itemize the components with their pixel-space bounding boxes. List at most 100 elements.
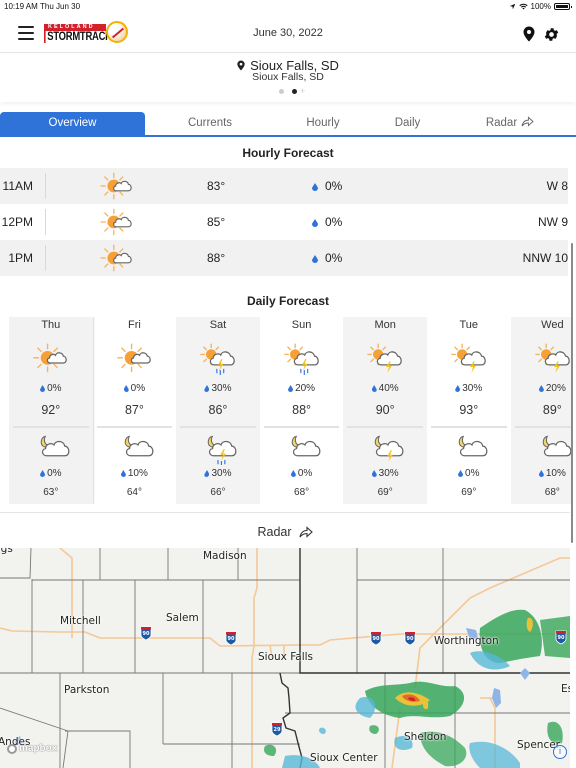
raindrop-icon — [290, 470, 296, 477]
battery-percent: 100% — [530, 2, 551, 11]
hourly-row[interactable]: 11AM 83° 0% W 8 — [0, 168, 568, 204]
menu-icon-bar — [18, 26, 34, 28]
radar-map[interactable]: 90 90 90 90 90 29 ngs Madison Mitchell S… — [0, 548, 570, 768]
location-pin-icon[interactable] — [523, 26, 535, 42]
raindrop-icon — [371, 385, 377, 392]
daily-card[interactable]: Wed 20% 89° 10% 68° — [510, 317, 571, 504]
night-low-temp: 63° — [43, 487, 59, 498]
hourly-precip: 0% — [312, 251, 342, 265]
sun-thunderstorm-icon — [367, 343, 403, 373]
night-precip: 30% — [176, 468, 260, 479]
hourly-divider — [45, 209, 46, 235]
night-precip-value: 0% — [47, 468, 62, 479]
location-subtitle: Sioux Falls, SD — [252, 71, 324, 83]
map-info-button[interactable]: i — [553, 745, 567, 759]
day-precip-value: 30% — [462, 383, 483, 394]
daily-forecast-strip[interactable]: Thu 0% 92° 0% 63° Fri 0% 87° 10% 64° Sat… — [9, 317, 571, 504]
day-name: Tue — [459, 319, 479, 331]
tab-label: Radar — [485, 117, 518, 129]
daily-card[interactable]: Sat 30% 86° 30% 66° — [176, 317, 260, 504]
day-precip: 30% — [176, 383, 260, 394]
partly-sunny-icon — [116, 343, 151, 373]
map-label-city: Sioux Falls — [258, 651, 314, 663]
night-precip: 10% — [511, 468, 571, 479]
map-label-city: Parkston — [64, 684, 110, 696]
battery-icon — [554, 3, 572, 10]
radar-title: Radar — [257, 525, 292, 539]
day-name: Thu — [41, 319, 61, 331]
share-icon — [521, 116, 534, 127]
gear-icon[interactable] — [543, 26, 560, 43]
page-dot[interactable] — [279, 89, 284, 94]
daily-card[interactable]: Fri 0% 87° 10% 64° — [93, 317, 177, 504]
status-right: 100% — [509, 2, 572, 11]
hourly-time: 12PM — [1, 215, 33, 229]
tab-label: Hourly — [306, 117, 340, 129]
hourly-precip-value: 0% — [325, 251, 343, 265]
stormtracker-logo: KELOLAND STORMTRACKER — [44, 21, 130, 47]
tab-currents[interactable]: Currents — [145, 112, 275, 135]
day-night-divider — [430, 426, 507, 428]
status-bar: 10:19 AM Thu Jun 30 100% — [0, 0, 576, 13]
sun-thunderstorm-icon — [534, 343, 570, 373]
night-precip: 10% — [93, 468, 177, 479]
radar-title-link[interactable]: Radar — [0, 525, 570, 539]
sun-thunderstorm-rain-icon — [200, 343, 235, 375]
hourly-forecast-list: 11AM 83° 0% W 8 12PM 85° 0% NW 9 1PM 88°… — [0, 168, 568, 276]
daily-card[interactable]: Mon 40% 90° 30% 69° — [343, 317, 427, 504]
night-precip-value: 10% — [127, 468, 148, 479]
night-precip-value: 30% — [378, 468, 399, 479]
day-night-divider — [347, 426, 423, 428]
daily-card[interactable]: Thu 0% 92° 0% 63° — [9, 317, 93, 504]
daily-card[interactable]: Sun 20% 88° 0% 68° — [260, 317, 344, 504]
partly-cloudy-night-icon — [458, 435, 488, 457]
daily-card[interactable]: Tue 30% 93° 0% 69° — [427, 317, 511, 504]
hourly-row[interactable]: 1PM 88° 0% NNW 10 — [0, 240, 568, 276]
night-low-temp: 69° — [377, 487, 393, 498]
menu-button[interactable] — [18, 26, 34, 40]
raindrop-icon — [288, 385, 294, 392]
tab-overview[interactable]: Overview — [0, 112, 145, 135]
scrollbar[interactable] — [571, 243, 573, 543]
raindrop-icon — [204, 470, 210, 477]
raindrop-icon — [312, 183, 318, 191]
raindrop-icon — [40, 385, 46, 392]
night-precip: 0% — [9, 468, 93, 479]
raindrop-icon — [123, 385, 129, 392]
sun-thunderstorm-rain-icon — [283, 343, 319, 375]
daily-forecast-title: Daily Forecast — [246, 294, 330, 308]
day-precip: 20% — [260, 383, 344, 394]
tab-daily[interactable]: Daily — [371, 112, 444, 135]
partly-cloudy-night-icon — [542, 435, 571, 457]
map-label-city: Sheldon — [404, 731, 447, 743]
raindrop-icon — [312, 255, 318, 263]
day-high-temp: 93° — [459, 403, 479, 417]
day-high-temp: 88° — [292, 403, 312, 417]
svg-text:90: 90 — [143, 631, 150, 637]
mapbox-attribution-logo[interactable]: mapbox — [7, 743, 57, 754]
tab-radar[interactable]: Radar — [444, 112, 576, 135]
day-night-divider — [180, 426, 256, 428]
interstate-29-shield: 29 — [271, 722, 283, 737]
map-label-city: Worthington — [434, 635, 499, 647]
partly-cloudy-night-icon — [291, 435, 321, 457]
mapbox-logo-text: mapbox — [19, 743, 58, 754]
menu-icon-bar — [18, 32, 34, 34]
tab-hourly[interactable]: Hourly — [275, 112, 371, 135]
hourly-time: 11AM — [2, 179, 33, 193]
night-precip-value: 0% — [297, 468, 313, 479]
add-location-icon[interactable]: + — [300, 87, 305, 96]
hourly-row[interactable]: 12PM 85° 0% NW 9 — [0, 204, 568, 240]
night-thunderstorm-rain-icon — [207, 435, 237, 465]
day-name: Fri — [127, 319, 141, 331]
tab-label: Overview — [48, 117, 97, 129]
svg-text:90: 90 — [228, 636, 235, 642]
raindrop-icon — [204, 385, 210, 392]
night-precip-value: 10% — [545, 468, 566, 479]
raindrop-icon — [455, 385, 461, 392]
mapbox-logo-icon — [7, 743, 17, 754]
partly-sunny-icon — [100, 244, 132, 272]
page-dot-active[interactable] — [292, 89, 297, 94]
interstate-90-shield: 90 — [370, 631, 382, 646]
location-panel: Sioux Falls, SD Sioux Falls, SD + — [0, 54, 576, 102]
